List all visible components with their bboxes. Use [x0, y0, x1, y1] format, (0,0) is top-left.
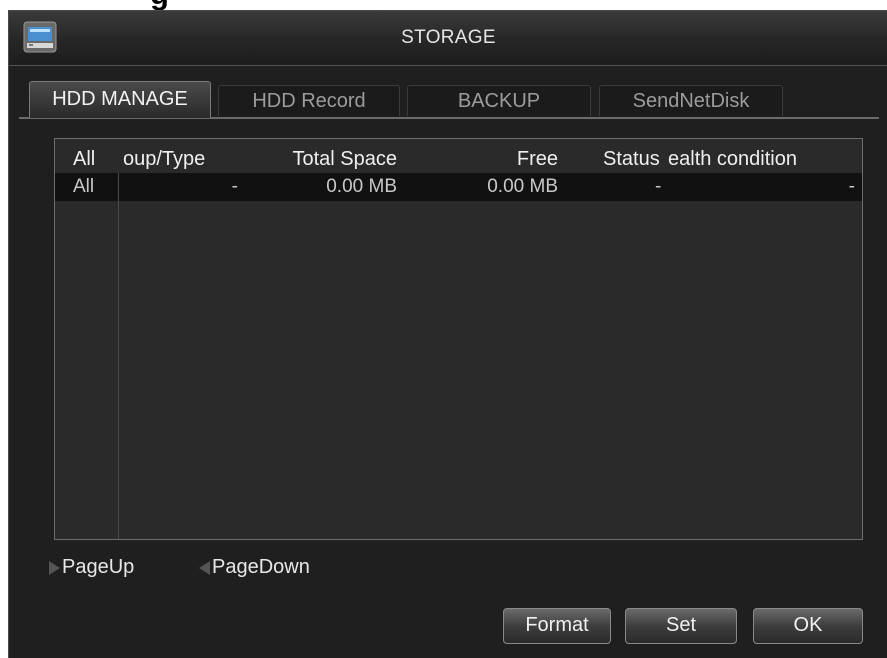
tab-hdd-record[interactable]: HDD Record: [218, 85, 400, 116]
cell-all: All: [73, 176, 95, 197]
header-total-space: Total Space: [292, 148, 397, 170]
header-all: All: [73, 148, 96, 170]
title-bar: STORAGE: [9, 11, 887, 66]
header-group-type: oup/Type: [123, 148, 206, 170]
cell-total-space: 0.00 MB: [326, 176, 397, 197]
page-up-icon: [49, 560, 60, 575]
page: g STORAGE HDD MANAGE HDD Record BACKUP S…: [0, 0, 887, 658]
set-button[interactable]: Set: [625, 608, 737, 644]
window-title: STORAGE: [401, 27, 496, 48]
tab-hdd-manage[interactable]: HDD MANAGE: [29, 81, 211, 118]
hdd-table: All oup/Type Total Space Free Status eal…: [54, 138, 863, 540]
page-up-control[interactable]: PageUp: [49, 554, 134, 580]
tab-sendnetdisk[interactable]: SendNetDisk: [599, 85, 783, 116]
tab-bar: HDD MANAGE HDD Record BACKUP SendNetDisk: [19, 81, 879, 119]
cell-status: -: [655, 176, 662, 197]
column-divider: [118, 173, 119, 539]
cell-group-type: -: [231, 176, 238, 197]
header-health-condition: ealth condition: [668, 148, 797, 170]
storage-window: STORAGE HDD MANAGE HDD Record BACKUP Sen…: [8, 10, 887, 658]
table-row[interactable]: All - 0.00 MB 0.00 MB - -: [55, 173, 862, 201]
header-status: Status: [603, 148, 660, 170]
ok-button[interactable]: OK: [753, 608, 863, 644]
page-down-control[interactable]: PageDown: [199, 554, 310, 580]
format-button[interactable]: Format: [503, 608, 611, 644]
tab-backup[interactable]: BACKUP: [407, 85, 591, 116]
header-free: Free: [516, 148, 558, 170]
page-down-icon: [199, 560, 210, 575]
page-down-label: PageDown: [212, 556, 310, 578]
cell-health: -: [848, 176, 855, 197]
cell-free: 0.00 MB: [487, 176, 558, 197]
page-up-label: PageUp: [62, 556, 135, 578]
